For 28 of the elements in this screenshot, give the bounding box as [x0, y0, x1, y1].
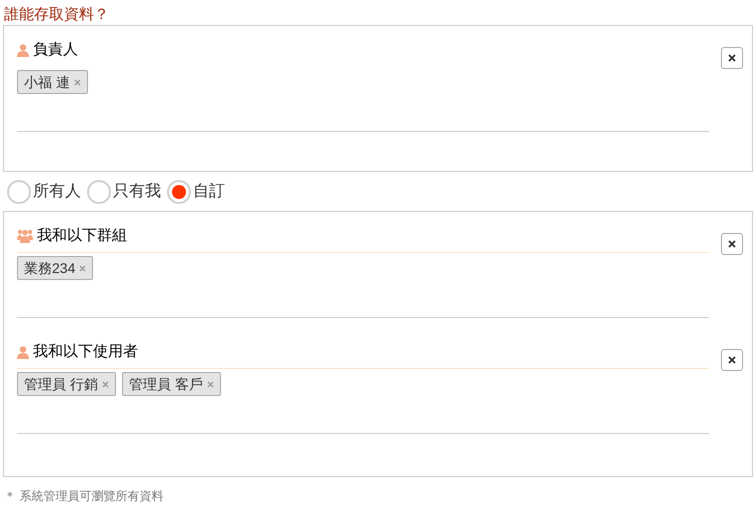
- radio-button[interactable]: [7, 180, 31, 204]
- remove-icon[interactable]: [74, 78, 81, 86]
- tag-label: 業務234: [24, 258, 76, 278]
- person-icon: [17, 44, 29, 57]
- close-icon: [728, 240, 736, 248]
- remove-icon[interactable]: [102, 380, 109, 388]
- close-button[interactable]: [721, 233, 743, 255]
- radio-button[interactable]: [87, 180, 111, 204]
- people-icon: [17, 229, 33, 243]
- radio-label: 所有人: [33, 182, 81, 202]
- section-label: 負責人: [33, 40, 78, 60]
- radio-label: 只有我: [113, 182, 161, 202]
- tag-label: 小福 連: [24, 72, 70, 92]
- footnote: ＊ 系統管理員可瀏覽所有資料: [3, 488, 164, 505]
- radio-label: 自訂: [193, 182, 225, 202]
- close-icon: [728, 356, 736, 364]
- close-icon: [728, 54, 736, 62]
- form-title: 誰能存取資料？: [3, 5, 110, 25]
- section-label: 我和以下使用者: [33, 342, 138, 362]
- close-button[interactable]: [721, 349, 743, 371]
- tag-label: 管理員 行銷: [24, 374, 98, 394]
- close-button[interactable]: [721, 47, 743, 69]
- remove-icon[interactable]: [206, 380, 214, 388]
- section-label: 我和以下群組: [37, 226, 127, 246]
- person-icon: [17, 346, 29, 358]
- tag-label: 管理員 客戶: [128, 374, 203, 394]
- radio-button[interactable]: [167, 180, 191, 204]
- remove-icon[interactable]: [79, 264, 86, 272]
